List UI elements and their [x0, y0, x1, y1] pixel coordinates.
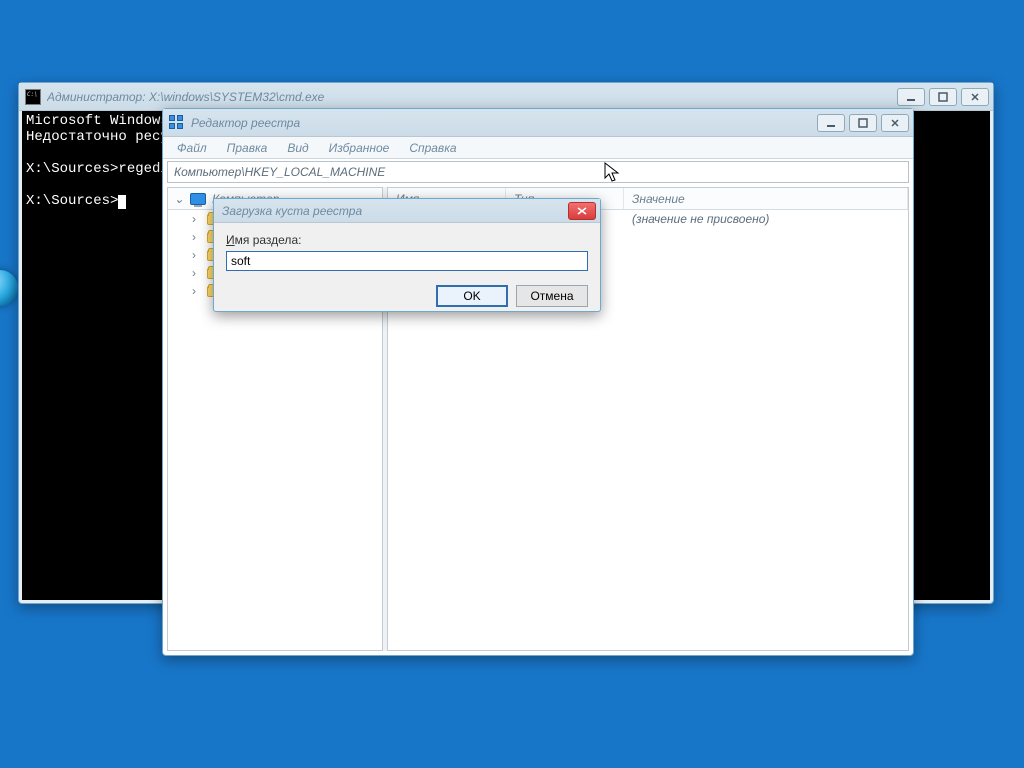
menu-edit[interactable]: Правка	[217, 139, 278, 157]
regedit-window: Редактор реестра Файл Правка Вид Избранн…	[162, 108, 914, 656]
load-hive-dialog: Загрузка куста реестра Имя раздела: OK О…	[213, 198, 601, 312]
maximize-button[interactable]	[849, 114, 877, 132]
caret-icon	[118, 195, 126, 209]
ok-button[interactable]: OK	[436, 285, 508, 307]
dialog-titlebar[interactable]: Загрузка куста реестра	[214, 199, 600, 223]
default-value: (значение не присвоено)	[624, 212, 908, 226]
expand-icon[interactable]: ›	[192, 212, 204, 226]
regedit-menubar: Файл Правка Вид Избранное Справка	[163, 137, 913, 159]
cmd-title: Администратор: X:\windows\SYSTEM32\cmd.e…	[47, 90, 897, 104]
dialog-close-button[interactable]	[568, 202, 596, 220]
expand-icon[interactable]: ›	[192, 230, 204, 244]
expand-icon[interactable]: ›	[192, 266, 204, 280]
cmd-line: Microsoft Windows	[26, 113, 169, 129]
column-value[interactable]: Значение	[624, 188, 908, 209]
address-bar[interactable]: Компьютер\HKEY_LOCAL_MACHINE	[167, 161, 909, 183]
menu-help[interactable]: Справка	[399, 139, 466, 157]
regedit-title: Редактор реестра	[191, 116, 817, 130]
menu-favorites[interactable]: Избранное	[319, 139, 400, 157]
computer-icon	[190, 193, 206, 205]
cmd-titlebar[interactable]: Администратор: X:\windows\SYSTEM32\cmd.e…	[19, 83, 993, 111]
close-button[interactable]	[961, 88, 989, 106]
regedit-titlebar[interactable]: Редактор реестра	[163, 109, 913, 137]
collapse-icon[interactable]: ⌄	[174, 192, 184, 206]
expand-icon[interactable]: ›	[192, 284, 204, 298]
minimize-button[interactable]	[897, 88, 925, 106]
cmd-icon	[25, 89, 41, 105]
cancel-button[interactable]: Отмена	[516, 285, 588, 307]
cmd-prompt: X:\Sources>	[26, 193, 118, 209]
key-name-input[interactable]	[226, 251, 588, 271]
minimize-button[interactable]	[817, 114, 845, 132]
key-name-label: Имя раздела:	[226, 233, 588, 247]
maximize-button[interactable]	[929, 88, 957, 106]
cmd-line: Недостаточно ресу	[26, 129, 169, 145]
menu-view[interactable]: Вид	[277, 139, 318, 157]
dialog-title: Загрузка куста реестра	[222, 204, 568, 218]
address-text: Компьютер\HKEY_LOCAL_MACHINE	[174, 165, 385, 179]
menu-file[interactable]: Файл	[167, 139, 217, 157]
cmd-prompt: X:\Sources>	[26, 161, 118, 177]
expand-icon[interactable]: ›	[192, 248, 204, 262]
start-orb[interactable]	[0, 270, 18, 306]
close-button[interactable]	[881, 114, 909, 132]
regedit-icon	[169, 115, 185, 131]
